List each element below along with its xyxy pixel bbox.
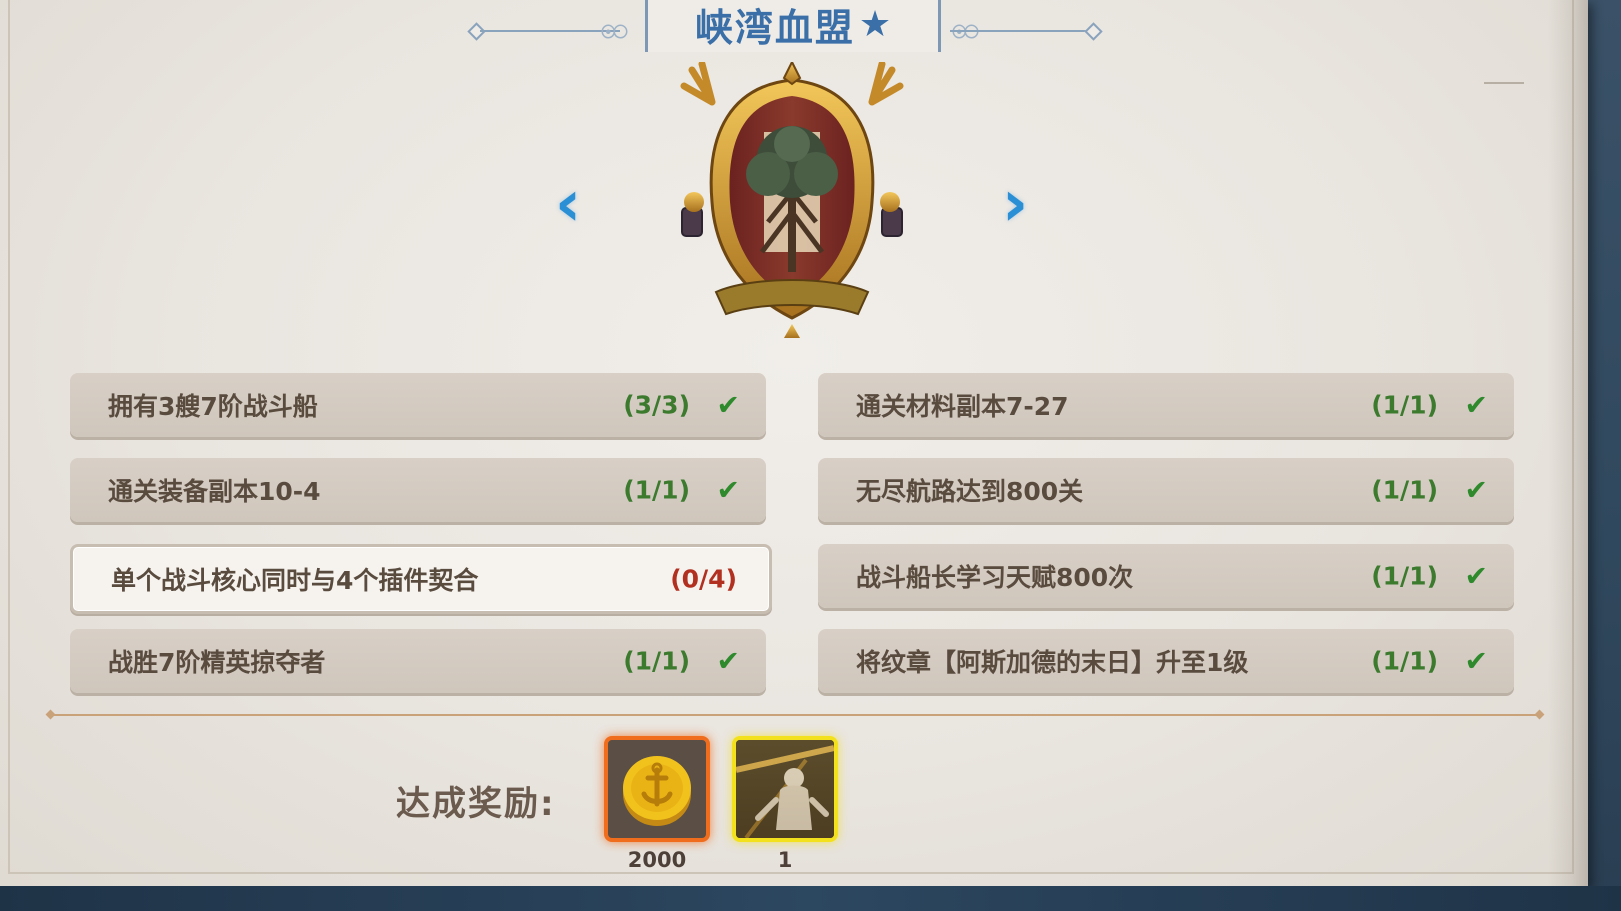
section-divider — [50, 714, 1540, 716]
prev-arrow-button[interactable]: ‹ — [545, 167, 591, 241]
requirement-text: 无尽航路达到800关 — [856, 477, 1084, 506]
requirement-progress: (1/1) — [623, 475, 690, 505]
reward-quantity: 1 — [777, 848, 793, 872]
checkmark-icon: ✔ — [716, 644, 740, 678]
requirement-progress: (1/1) — [1371, 646, 1438, 676]
paper-edge — [1484, 82, 1524, 84]
requirement-progress: (1/1) — [1371, 475, 1438, 505]
warrior-figure-icon — [736, 740, 834, 838]
next-arrow-button[interactable]: › — [992, 167, 1038, 241]
requirement-row: 通关材料副本7-27 (1/1) ✔ — [818, 373, 1514, 437]
requirement-row: 通关装备副本10-4 (1/1) ✔ — [70, 458, 766, 522]
title-plate: 峡湾血盟 ★ — [645, 0, 941, 52]
requirement-progress: (1/1) — [1371, 390, 1438, 420]
requirement-row: 战胜7阶精英掠夺者 (1/1) ✔ — [70, 629, 766, 693]
reward-label: 达成奖励: — [396, 784, 556, 824]
requirement-progress: (0/4) — [670, 564, 737, 594]
checkmark-icon: ✔ — [716, 473, 740, 507]
reward-quantity: 2000 — [627, 848, 687, 872]
page-title: 峡湾血盟 — [694, 4, 855, 50]
game-screen: ꩧ 峡湾血盟 ★ ꩧ ‹ › 拥有3艘7阶战斗船 (3/3) ✔ 通关材料副本7… — [0, 0, 1621, 911]
chevron-right-icon: › — [1001, 167, 1029, 241]
requirement-text: 通关装备副本10-4 — [108, 477, 321, 506]
requirement-row-incomplete[interactable]: 单个战斗核心同时与4个插件契合 (0/4) — [70, 544, 772, 614]
background-sea — [0, 886, 1621, 911]
gold-coin-icon — [623, 756, 691, 826]
checkmark-icon: ✔ — [716, 388, 740, 422]
checkmark-icon: ✔ — [1464, 559, 1488, 593]
requirement-row: 拥有3艘7阶战斗船 (3/3) ✔ — [70, 373, 766, 437]
chevron-left-icon: ‹ — [554, 167, 582, 241]
star-icon: ★ — [858, 3, 892, 45]
requirement-text: 单个战斗核心同时与4个插件契合 — [111, 566, 479, 595]
requirement-row: 将纹章【阿斯加德的末日】升至1级 (1/1) ✔ — [818, 629, 1514, 693]
ornament-line — [950, 30, 1090, 32]
requirement-text: 将纹章【阿斯加德的末日】升至1级 — [856, 648, 1249, 677]
requirement-text: 拥有3艘7阶战斗船 — [108, 392, 318, 421]
requirement-progress: (3/3) — [623, 390, 690, 420]
checkmark-icon: ✔ — [1464, 388, 1488, 422]
requirement-progress: (1/1) — [1371, 561, 1438, 591]
requirement-text: 战胜7阶精英掠夺者 — [108, 648, 326, 677]
checkmark-icon: ✔ — [1464, 473, 1488, 507]
ornament-diamond-icon — [1084, 22, 1103, 41]
requirement-text: 战斗船长学习天赋800次 — [856, 563, 1134, 592]
requirement-row: 战斗船长学习天赋800次 (1/1) ✔ — [818, 544, 1514, 608]
tree-crest-emblem-icon — [680, 62, 904, 338]
reward-item-gold-coin[interactable] — [604, 736, 710, 842]
checkmark-icon: ✔ — [1464, 644, 1488, 678]
requirement-text: 通关材料副本7-27 — [856, 392, 1069, 421]
title-banner: ꩧ 峡湾血盟 ★ ꩧ — [460, 0, 1120, 56]
ornament-line — [480, 30, 620, 32]
achievement-panel: ꩧ 峡湾血盟 ★ ꩧ ‹ › 拥有3艘7阶战斗船 (3/3) ✔ 通关材料副本7… — [0, 0, 1588, 886]
requirement-progress: (1/1) — [623, 646, 690, 676]
scroll-ornament-icon: ꩧ — [600, 11, 630, 46]
requirement-row: 无尽航路达到800关 (1/1) ✔ — [818, 458, 1514, 522]
reward-item-hero-card[interactable] — [732, 736, 838, 842]
